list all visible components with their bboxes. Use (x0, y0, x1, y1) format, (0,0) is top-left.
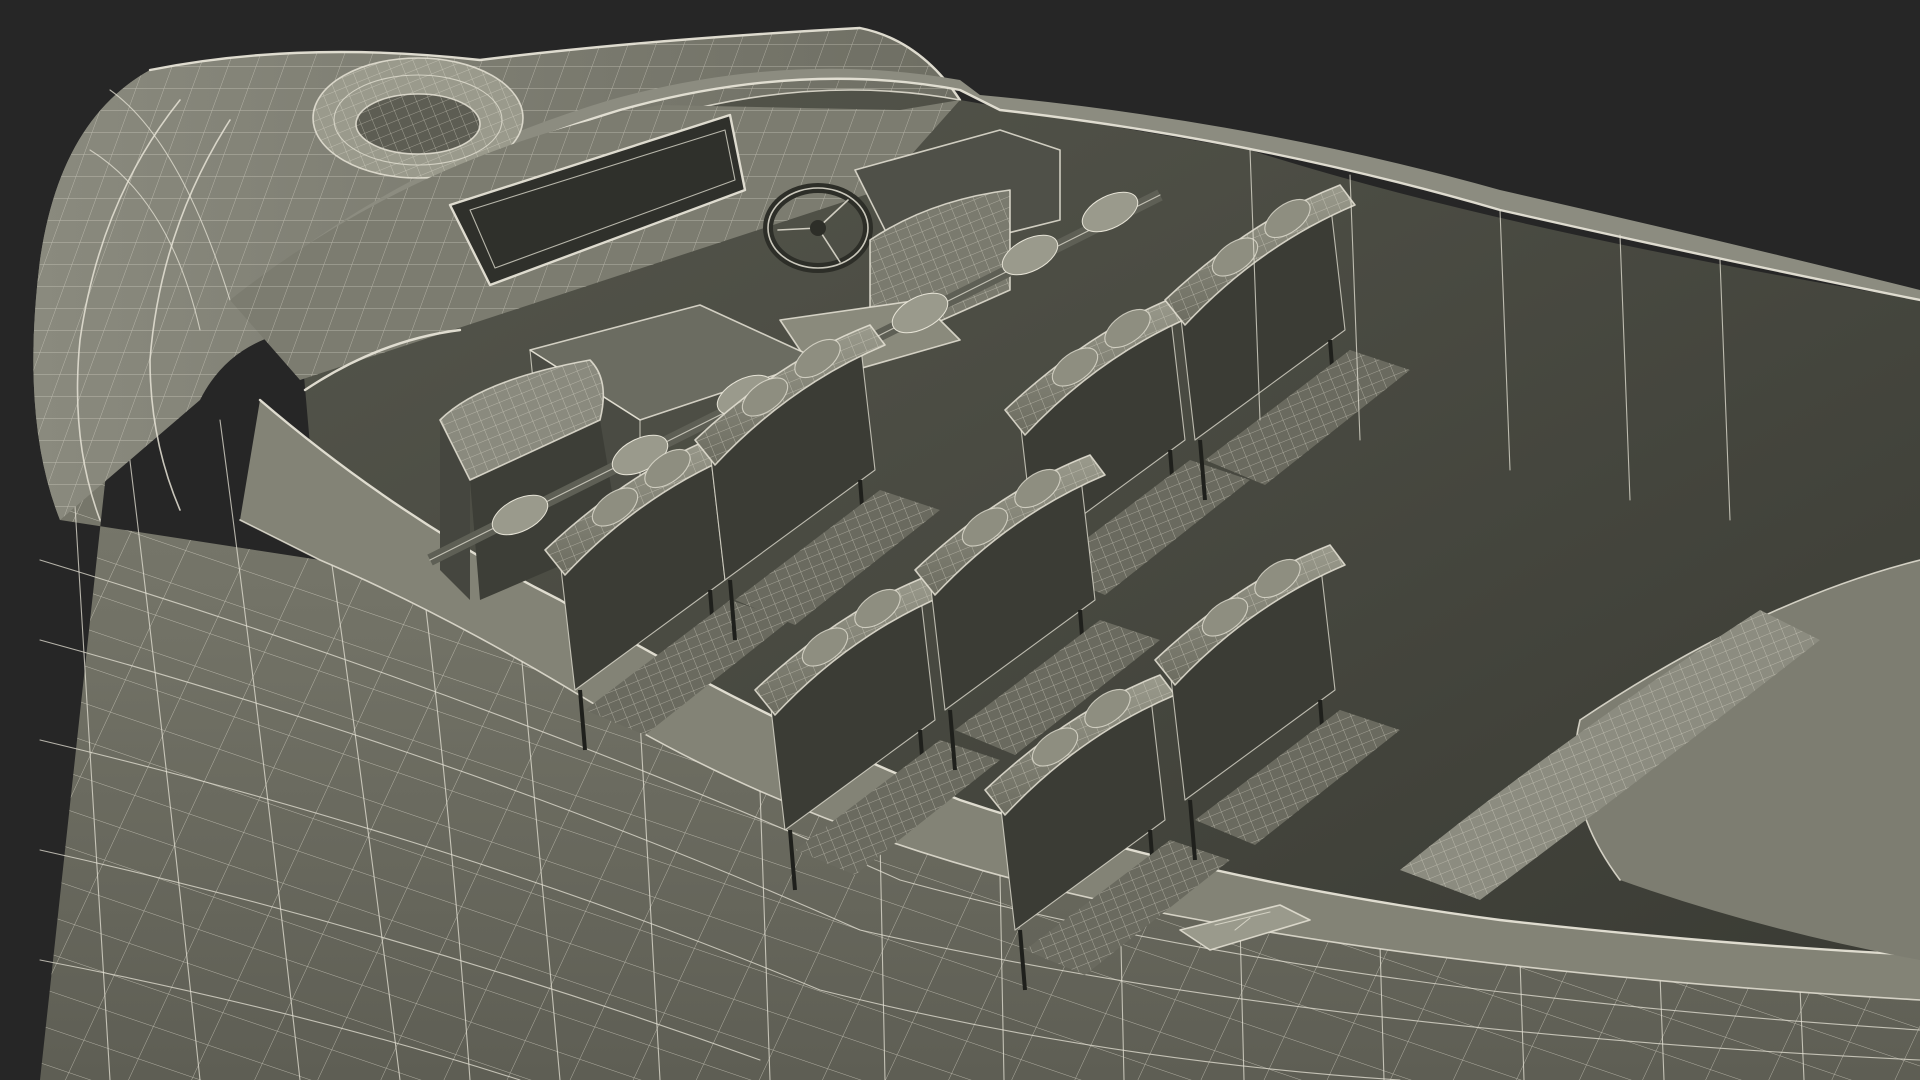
boat-render (0, 0, 1920, 1080)
